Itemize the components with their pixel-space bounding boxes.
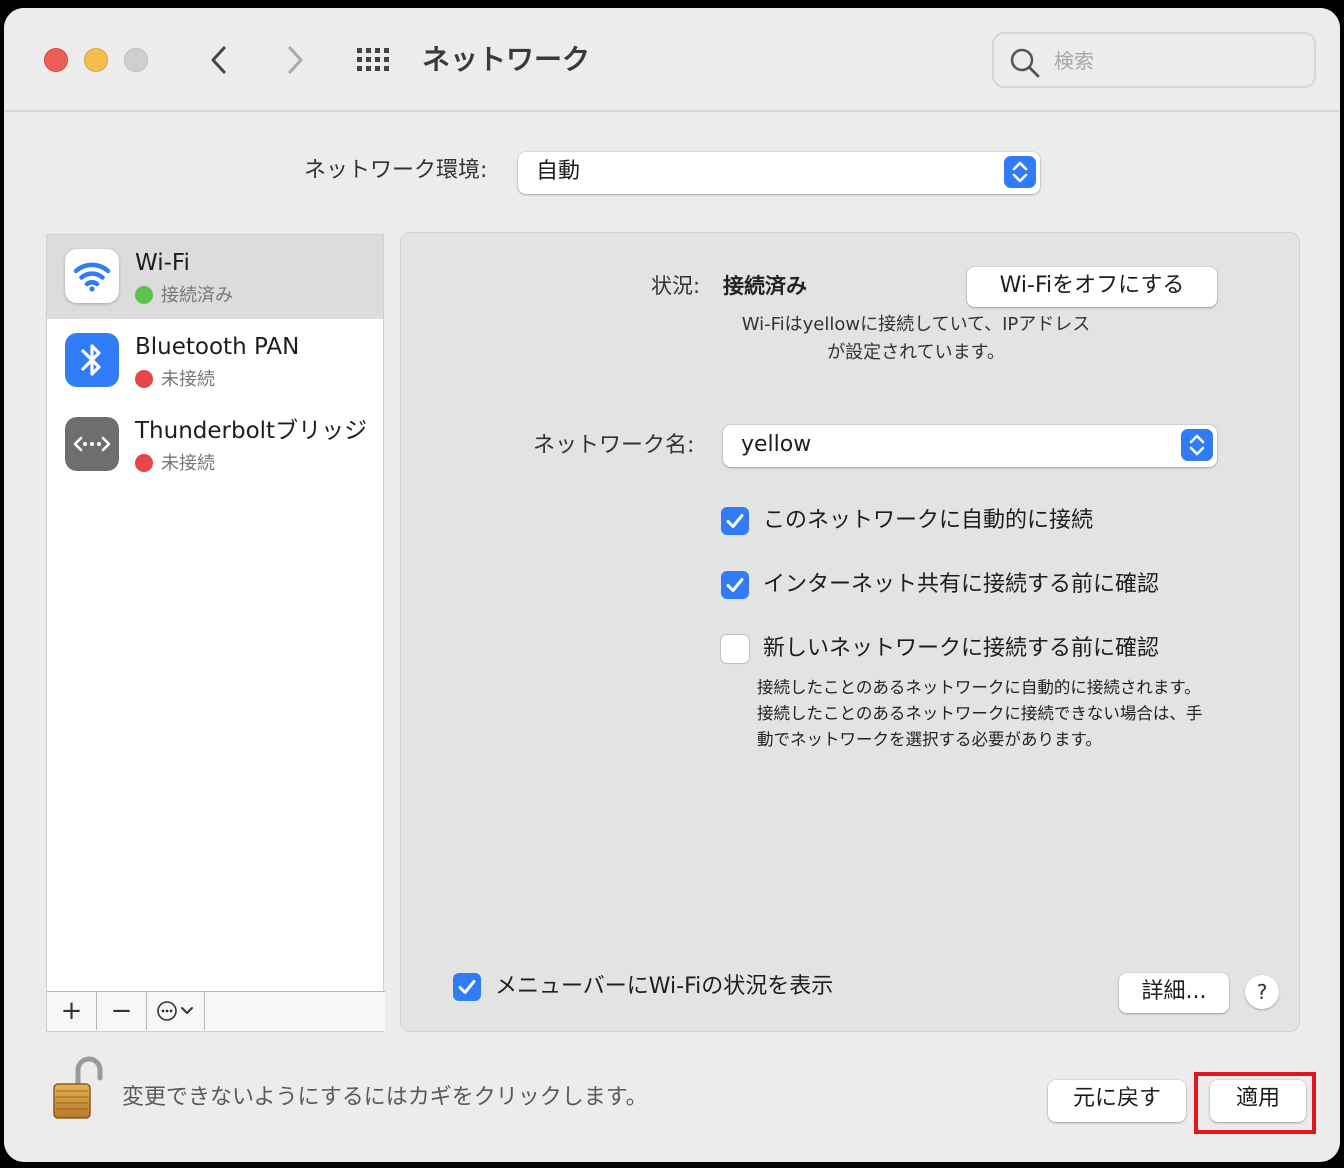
chevron-right-icon (288, 46, 303, 74)
lock-instruction: 変更できないようにするにはカギをクリックします。 (122, 1085, 648, 1110)
ask-new-network-label: 新しいネットワークに接続する前に確認 (763, 636, 1160, 661)
auto-join-label: このネットワークに自動的に接続 (763, 508, 1094, 533)
remove-service-button[interactable]: − (97, 992, 147, 1030)
lock-button[interactable] (52, 1056, 104, 1122)
auto-join-checkbox[interactable] (721, 507, 749, 535)
service-list: Wi-Fi 接続済み Bluetooth PAN 未接続 Thunderbolt… (46, 234, 385, 1032)
zoom-button[interactable] (124, 48, 148, 72)
service-item-bluetooth-pan[interactable]: Bluetooth PAN 未接続 (47, 319, 383, 403)
status-description-line: が設定されています。 (827, 342, 1005, 363)
status-text: 接続済み (161, 285, 233, 306)
revert-button[interactable]: 元に戻す (1048, 1080, 1186, 1122)
turn-wifi-off-button[interactable]: Wi-Fiをオフにする (967, 267, 1217, 307)
ask-new-network-checkbox[interactable] (721, 635, 749, 663)
status-description-line: Wi-Fiはyellowに接続していて、IPアドレス (741, 314, 1091, 335)
checkmark-icon (458, 980, 476, 994)
show-in-menubar-checkbox[interactable] (453, 973, 481, 1001)
popup-stepper-icon (1004, 156, 1036, 188)
service-name: Bluetooth PAN (135, 334, 300, 360)
bluetooth-icon (65, 333, 119, 387)
chevron-left-icon (211, 46, 226, 74)
status-text: 未接続 (161, 369, 215, 390)
ask-hotspot-checkbox[interactable] (721, 571, 749, 599)
unlocked-padlock-icon (53, 1056, 103, 1119)
service-status: 接続済み (135, 283, 233, 309)
network-name-value: yellow (741, 432, 812, 457)
help-button[interactable]: ? (1245, 975, 1279, 1009)
forward-button[interactable] (274, 40, 314, 80)
service-toolbar: + − (47, 991, 385, 1031)
close-button[interactable] (44, 48, 68, 72)
service-name: Thunderboltブリッジ (135, 418, 368, 444)
location-label: ネットワーク環境: (304, 158, 488, 183)
status-value: 接続済み (723, 274, 807, 298)
wifi-icon (65, 249, 119, 303)
advanced-button[interactable]: 詳細... (1119, 973, 1229, 1013)
ask-hotspot-label: インターネット共有に接続する前に確認 (763, 572, 1160, 597)
window-title: ネットワーク (422, 43, 591, 76)
detail-panel: 状況: 接続済み Wi-Fiをオフにする Wi-Fiはyellowに接続していて… (400, 232, 1300, 1032)
popup-stepper-icon (1181, 429, 1213, 461)
status-dot (135, 454, 153, 472)
add-service-button[interactable]: + (47, 992, 97, 1030)
back-button[interactable] (200, 40, 240, 80)
checkmark-icon (726, 514, 744, 528)
service-item-thunderbolt-bridge[interactable]: Thunderboltブリッジ 未接続 (47, 403, 383, 487)
service-status: 未接続 (135, 367, 215, 393)
network-preferences-window: ネットワーク ネットワーク環境: 自動 Wi-Fi (4, 8, 1340, 1162)
status-text: 未接続 (161, 453, 215, 474)
show-all-button[interactable] (354, 44, 394, 84)
location-select[interactable]: 自動 (518, 152, 1040, 194)
search-input[interactable] (1054, 44, 1294, 78)
status-dot (135, 286, 153, 304)
action-menu-button[interactable] (147, 992, 205, 1030)
status-label: 状況: (651, 274, 701, 298)
service-name: Wi-Fi (135, 250, 190, 276)
network-name-select[interactable]: yellow (723, 425, 1217, 467)
show-in-menubar-label: メニューバーにWi-Fiの状況を表示 (495, 974, 834, 999)
more-icon (156, 1001, 193, 1021)
search-field[interactable] (992, 32, 1316, 88)
grid-icon (357, 48, 389, 71)
network-name-label: ネットワーク名: (533, 433, 695, 458)
apply-button-highlight (1194, 1072, 1316, 1134)
ask-new-network-hint: 接続したことのあるネットワークに自動的に接続されます。接続したことのあるネットワ… (757, 678, 1203, 749)
titlebar: ネットワーク (4, 8, 1340, 112)
checkmark-icon (726, 578, 744, 592)
minimize-button[interactable] (84, 48, 108, 72)
status-description: Wi-Fiはyellowに接続していて、IPアドレス が設定されています。 (691, 311, 1141, 367)
thunderbolt-bridge-icon (65, 417, 119, 471)
status-dot (135, 370, 153, 388)
location-value: 自動 (536, 159, 581, 184)
search-icon (1010, 48, 1040, 78)
service-status: 未接続 (135, 451, 215, 477)
service-item-wifi[interactable]: Wi-Fi 接続済み (47, 235, 383, 319)
